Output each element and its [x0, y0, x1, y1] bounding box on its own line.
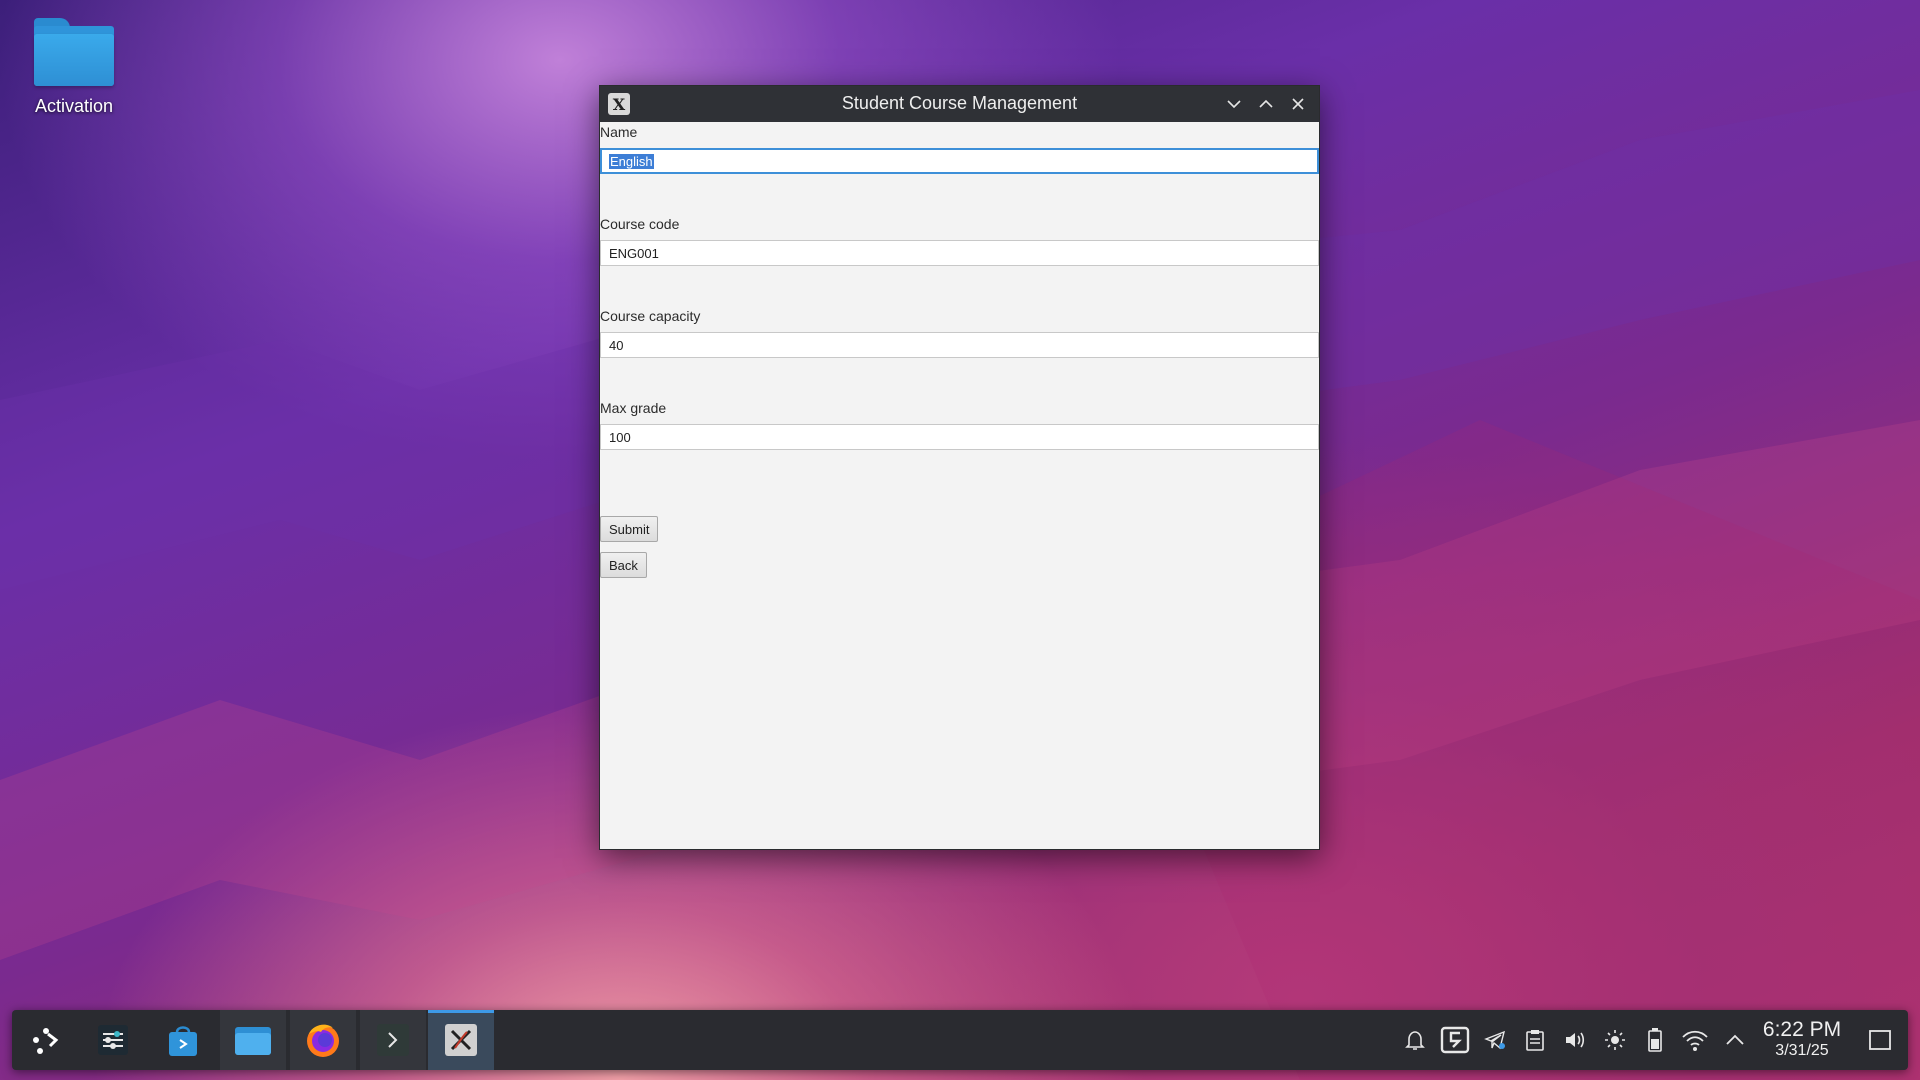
- submit-button[interactable]: Submit: [600, 516, 659, 542]
- wifi-icon[interactable]: [1675, 1010, 1715, 1070]
- course-code-input[interactable]: ENG001: [600, 240, 1319, 266]
- taskbar: 6:22 PM 3/31/25: [12, 1010, 1908, 1070]
- course-form: Name English Course code ENG001 Course c…: [600, 122, 1319, 851]
- clock-time: 6:22 PM: [1762, 1018, 1842, 1041]
- firefox-icon[interactable]: [290, 1010, 356, 1070]
- discover-store-icon[interactable]: [150, 1010, 216, 1070]
- minimize-icon[interactable]: [1221, 91, 1247, 117]
- window-title: Student Course Management: [841, 93, 1078, 113]
- back-button[interactable]: Back: [600, 552, 647, 578]
- system-settings-icon[interactable]: [80, 1010, 146, 1070]
- clock[interactable]: 6:22 PM 3/31/25: [1752, 1018, 1852, 1060]
- tray-expand-icon[interactable]: [1715, 1010, 1755, 1070]
- course-capacity-label: Course capacity: [600, 308, 701, 324]
- java-app-taskbar-icon[interactable]: [428, 1010, 494, 1070]
- telegram-icon[interactable]: [1475, 1010, 1515, 1070]
- close-icon[interactable]: [1285, 91, 1311, 117]
- folder-icon: [34, 14, 114, 86]
- kde-connect-icon[interactable]: [1435, 1010, 1475, 1070]
- course-code-label: Course code: [600, 216, 680, 232]
- file-manager-icon[interactable]: [220, 1010, 286, 1070]
- desktop-icon-activation[interactable]: Activation: [20, 14, 128, 117]
- max-grade-input[interactable]: 100: [600, 424, 1319, 450]
- name-input-value: English: [609, 153, 654, 169]
- max-grade-label: Max grade: [600, 400, 667, 416]
- course-capacity-input[interactable]: 40: [600, 332, 1319, 358]
- window-titlebar[interactable]: X Student Course Management: [600, 86, 1319, 122]
- desktop-icon-label: Activation: [34, 96, 114, 116]
- show-desktop-icon[interactable]: [1860, 1010, 1900, 1070]
- course-capacity-value: 40: [609, 337, 624, 353]
- name-label: Name: [600, 124, 638, 140]
- system-tray: [1395, 1010, 1755, 1070]
- app-launcher-icon[interactable]: [12, 1010, 78, 1070]
- maximize-icon[interactable]: [1253, 91, 1279, 117]
- brightness-icon[interactable]: [1595, 1010, 1635, 1070]
- terminal-icon[interactable]: [360, 1010, 426, 1070]
- clock-date: 3/31/25: [1775, 1042, 1829, 1059]
- notifications-icon[interactable]: [1395, 1010, 1435, 1070]
- max-grade-value: 100: [609, 429, 631, 445]
- course-code-value: ENG001: [609, 245, 659, 261]
- battery-icon[interactable]: [1635, 1010, 1675, 1070]
- volume-icon[interactable]: [1555, 1010, 1595, 1070]
- name-input[interactable]: English: [600, 148, 1319, 174]
- clipboard-icon[interactable]: [1515, 1010, 1555, 1070]
- app-window: X Student Course Management Name English…: [599, 85, 1320, 850]
